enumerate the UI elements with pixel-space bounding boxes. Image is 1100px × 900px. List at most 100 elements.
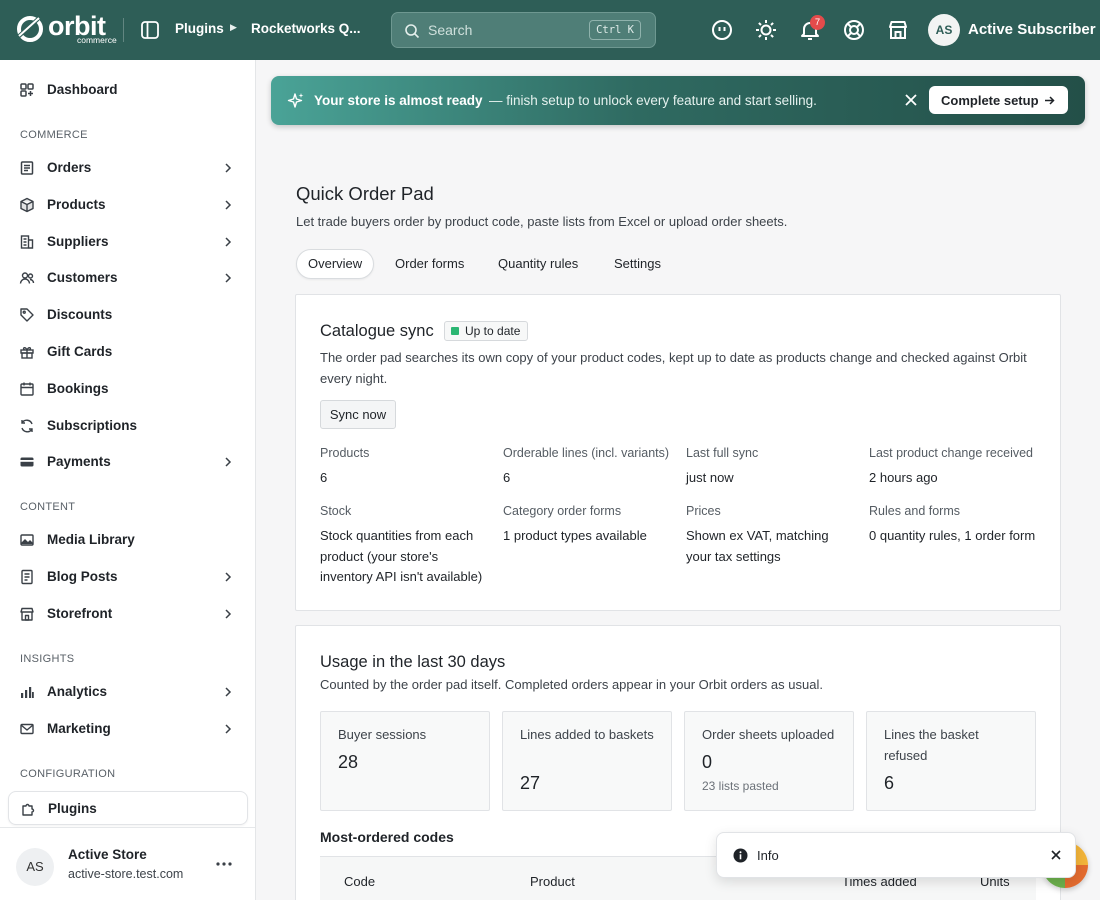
sidebar: Dashboard COMMERCE Orders Products Suppl… — [0, 60, 256, 900]
sidebar-item-subscriptions[interactable]: Subscriptions — [8, 409, 248, 443]
stat-rules-and-forms: Rules and forms 0 quantity rules, 1 orde… — [869, 504, 1039, 547]
stat-label: Prices — [686, 504, 721, 518]
sidebar-item-label: Suppliers — [47, 234, 109, 249]
chevron-right-icon — [225, 457, 232, 467]
sidebar-item-bookings[interactable]: Bookings — [8, 372, 248, 406]
search-box[interactable]: Ctrl K — [391, 12, 656, 48]
user-avatar[interactable]: AS — [928, 14, 960, 46]
complete-setup-label: Complete setup — [941, 92, 1039, 108]
sun-icon[interactable] — [754, 18, 778, 42]
breadcrumb-separator-icon: ▶ — [230, 22, 237, 32]
notifications-badge: 7 — [810, 15, 825, 30]
tab-overview[interactable]: Overview — [296, 249, 375, 279]
sidebar-item-label: Storefront — [47, 606, 113, 621]
metric-value: 28 — [338, 752, 359, 772]
stat-value: 1 product types available — [503, 528, 647, 543]
metric-label: Buyer sessions — [338, 727, 427, 742]
logo-subtitle: commerce — [77, 35, 117, 45]
chevron-right-icon — [225, 724, 232, 734]
sidebar-item-suppliers[interactable]: Suppliers — [8, 225, 248, 259]
smile-icon[interactable] — [710, 18, 734, 42]
stat-label: Orderable lines (incl. variants) — [503, 446, 670, 460]
sidebar-toggle-icon[interactable] — [140, 20, 160, 40]
metric-sub: 23 lists pasted — [702, 779, 779, 793]
stat-prices: Prices Shown ex VAT, matching your tax s… — [686, 504, 856, 567]
sync-now-button[interactable]: Sync now — [320, 400, 396, 429]
more-horizontal-icon[interactable] — [214, 854, 234, 874]
metric-label: Lines the basket refused — [884, 727, 979, 763]
sidebar-item-label: Bookings — [47, 381, 109, 396]
chevron-right-icon — [225, 273, 232, 283]
sidebar-item-analytics[interactable]: Analytics — [8, 675, 248, 709]
tab-settings[interactable]: Settings — [602, 249, 673, 279]
stat-value: 2 hours ago — [869, 470, 938, 485]
sidebar-item-plugins[interactable]: Plugins — [8, 791, 248, 825]
search-icon — [405, 24, 420, 39]
orbit-logo-icon — [16, 16, 43, 42]
sidebar-item-label: Plugins — [48, 801, 97, 816]
stat-orderable-lines: Orderable lines (incl. variants) 6 — [503, 446, 673, 489]
sidebar-item-label: Blog Posts — [47, 569, 118, 584]
refresh-icon — [21, 419, 33, 433]
dashboard-icon — [20, 83, 34, 97]
sidebar-item-dashboard[interactable]: Dashboard — [8, 73, 248, 107]
catalogue-sync-card: Catalogue sync Up to date The order pad … — [295, 294, 1061, 611]
toast-text: Info — [757, 848, 779, 863]
stat-label: Last product change received — [869, 446, 1033, 460]
complete-setup-button[interactable]: Complete setup — [929, 86, 1068, 114]
image-icon — [20, 534, 34, 546]
close-icon[interactable] — [1050, 849, 1062, 861]
stat-value: Stock quantities from each product (your… — [320, 528, 483, 584]
chevron-right-icon — [225, 163, 232, 173]
sidebar-item-discounts[interactable]: Discounts — [8, 298, 248, 332]
sidebar-item-marketing[interactable]: Marketing — [8, 712, 248, 746]
sidebar-item-orders[interactable]: Orders — [8, 151, 248, 185]
info-toast: Info — [716, 832, 1076, 878]
banner-title: Your store is almost ready — [314, 93, 483, 108]
sidebar-item-storefront[interactable]: Storefront — [8, 597, 248, 631]
usage-description: Counted by the order pad itself. Complet… — [320, 677, 823, 692]
orbit-logo[interactable]: orbit commerce — [16, 11, 117, 47]
user-name[interactable]: Active Subscriber — [968, 21, 1096, 38]
chevron-right-icon — [225, 572, 232, 582]
store-name: Active Store — [68, 847, 147, 862]
calendar-icon — [20, 382, 34, 396]
column-header-product[interactable]: Product — [530, 874, 575, 889]
column-header-code[interactable]: Code — [344, 874, 375, 889]
store-icon[interactable] — [886, 18, 910, 42]
tab-order-forms[interactable]: Order forms — [383, 249, 476, 279]
sidebar-item-gift-cards[interactable]: Gift Cards — [8, 335, 248, 369]
metric-order-sheets-uploaded: Order sheets uploaded 0 23 lists pasted — [684, 711, 854, 811]
chevron-right-icon — [225, 687, 232, 697]
store-avatar: AS — [16, 848, 54, 886]
lifebuoy-icon[interactable] — [842, 18, 866, 42]
breadcrumb-plugins[interactable]: Plugins — [175, 21, 224, 36]
section-label-insights: INSIGHTS — [20, 653, 75, 665]
search-input[interactable] — [428, 20, 578, 40]
status-dot-icon — [451, 327, 459, 335]
most-ordered-title: Most-ordered codes — [320, 829, 454, 845]
section-label-content: CONTENT — [20, 501, 76, 513]
stat-label: Category order forms — [503, 504, 622, 518]
sidebar-item-media-library[interactable]: Media Library — [8, 523, 248, 557]
catalogue-sync-description: The order pad searches its own copy of y… — [320, 350, 1027, 386]
breadcrumb-current: Rocketworks Q... — [251, 21, 361, 36]
sidebar-item-label: Orders — [47, 160, 92, 175]
sidebar-item-products[interactable]: Products — [8, 188, 248, 222]
sidebar-item-blog-posts[interactable]: Blog Posts — [8, 560, 248, 594]
chevron-right-icon — [225, 200, 232, 210]
page-description: Let trade buyers order by product code, … — [296, 214, 788, 229]
sidebar-item-payments[interactable]: Payments — [8, 445, 248, 479]
stat-label: Products — [320, 446, 370, 460]
metric-label: Order sheets uploaded — [702, 727, 835, 742]
tab-quantity-rules[interactable]: Quantity rules — [486, 249, 590, 279]
close-icon[interactable] — [904, 93, 918, 107]
sidebar-item-label: Analytics — [47, 684, 108, 699]
metric-value: 6 — [884, 773, 895, 793]
bar-chart-icon — [21, 687, 34, 698]
search-shortcut-hint: Ctrl K — [589, 20, 641, 40]
sidebar-item-customers[interactable]: Customers — [8, 261, 248, 295]
section-label-commerce: COMMERCE — [20, 129, 88, 141]
stat-value: 0 quantity rules, 1 order form — [869, 528, 1036, 543]
store-switcher[interactable]: AS Active Store active-store.test.com — [0, 827, 255, 900]
